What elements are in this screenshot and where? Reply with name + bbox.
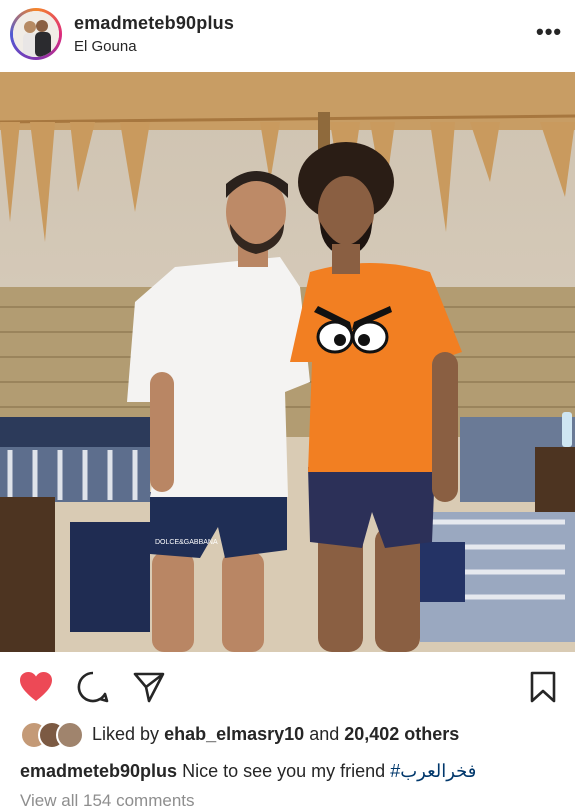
heart-filled-icon[interactable] bbox=[18, 670, 52, 704]
post-username[interactable]: emadmeteb90plus bbox=[74, 13, 234, 34]
post-photo[interactable]: DOLCE&GABBANA bbox=[0, 72, 575, 652]
likes-row[interactable]: Liked by ehab_elmasry10 and 20,402 other… bbox=[20, 721, 560, 749]
bookmark-icon[interactable] bbox=[526, 670, 560, 704]
caption-text: Nice to see you my friend bbox=[182, 761, 386, 781]
post-header: emadmeteb90plus El Gouna ••• bbox=[0, 0, 575, 70]
caption-username[interactable]: emadmeteb90plus bbox=[20, 761, 177, 781]
likes-middle: and bbox=[309, 724, 340, 744]
shorts-logo-text: DOLCE&GABBANA bbox=[155, 539, 218, 546]
liker-avatar bbox=[56, 721, 84, 749]
caption-hashtag[interactable]: #فخرالعرب bbox=[390, 761, 476, 781]
likes-prefix: Liked by bbox=[92, 724, 160, 744]
action-bar bbox=[0, 662, 575, 710]
likes-text: Liked by ehab_elmasry10 and 20,402 other… bbox=[92, 724, 459, 745]
likes-count[interactable]: 20,402 others bbox=[344, 724, 459, 744]
likes-user[interactable]: ehab_elmasry10 bbox=[164, 724, 304, 744]
story-ring[interactable] bbox=[10, 8, 62, 60]
view-comments-link[interactable]: View all 154 comments bbox=[20, 791, 195, 811]
post-location[interactable]: El Gouna bbox=[74, 38, 137, 55]
caption: emadmeteb90plus Nice to see you my frien… bbox=[20, 761, 476, 782]
more-options-icon[interactable]: ••• bbox=[536, 21, 562, 43]
avatar[interactable] bbox=[13, 11, 59, 57]
comment-icon[interactable] bbox=[76, 670, 110, 704]
share-icon[interactable] bbox=[132, 670, 166, 704]
